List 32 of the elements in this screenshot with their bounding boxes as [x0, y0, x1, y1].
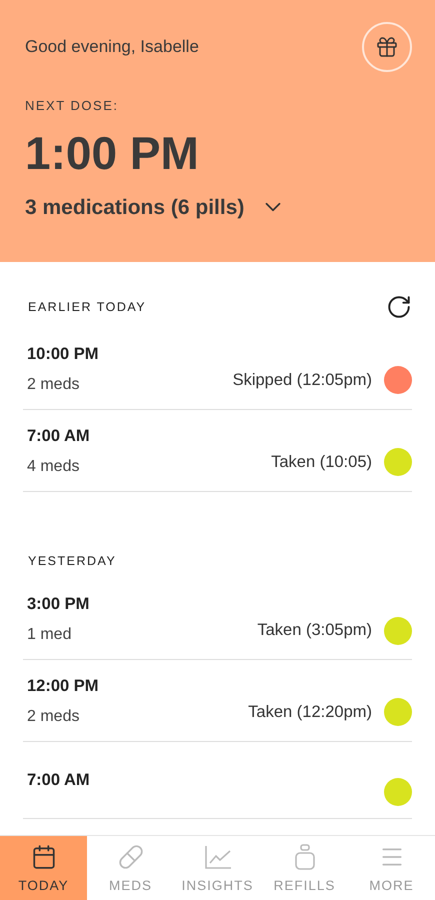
dose-row[interactable]: 7:00 AM 4 meds Taken (10:05): [23, 424, 412, 492]
dose-time: 3:00 PM: [27, 594, 90, 616]
dose-status: Taken (12:20pm): [248, 702, 372, 723]
next-dose-label: NEXT DOSE:: [25, 97, 120, 115]
section-title: YESTERDAY: [28, 552, 116, 570]
nav-tab[interactable]: TODAY: [0, 836, 87, 900]
section-title: EARLIER TODAY: [28, 298, 146, 316]
dose-status: Taken (10:05): [271, 452, 372, 473]
calendar-icon: [30, 844, 56, 870]
dose-row[interactable]: 10:00 PM 2 meds Skipped (12:05pm): [23, 342, 412, 410]
dose-count: 2 meds: [27, 706, 80, 727]
dose-time: 7:00 AM: [27, 770, 90, 792]
line-chart-icon: [204, 844, 232, 870]
gift-button[interactable]: [362, 22, 412, 72]
dose-row[interactable]: 12:00 PM 2 meds Taken (12:20pm): [23, 674, 412, 742]
dose-row[interactable]: 3:00 PM 1 med Taken (3:05pm): [23, 592, 412, 660]
dose-count: 4 meds: [27, 456, 80, 476]
dose-count: 2 meds: [27, 374, 80, 395]
dose-time: 12:00 PM: [27, 676, 99, 697]
bottle-icon: [294, 844, 316, 870]
next-dose-time: 1:00 PM: [25, 130, 200, 176]
dose-time: 7:00 AM: [27, 426, 90, 447]
dose-status: Taken (3:05pm): [257, 620, 372, 642]
gift-icon: [375, 35, 399, 59]
pill-icon: [118, 844, 144, 870]
dose-time: 10:00 PM: [27, 344, 99, 365]
dose-count: 1 med: [27, 625, 72, 645]
dose-row[interactable]: 7:00 AM: [23, 756, 412, 819]
dose-status: Skipped (12:05pm): [232, 370, 372, 391]
refresh-icon[interactable]: [386, 294, 412, 320]
greeting: Good evening, Isabelle: [25, 36, 199, 58]
next-dose-summary: 3 medications (6 pills): [25, 194, 244, 220]
